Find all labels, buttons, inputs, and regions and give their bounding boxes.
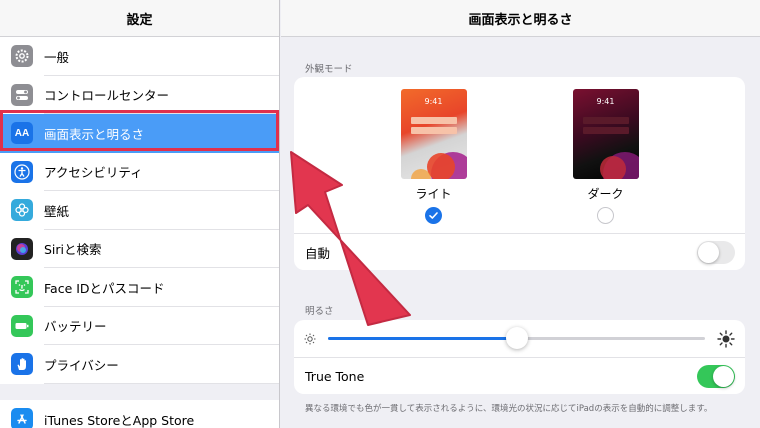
sidebar-item-label: コントロールセンター (44, 88, 170, 104)
sidebar-item-label: Siriと検索 (44, 242, 102, 258)
main-pane: 画面表示と明るさ 外観モード 9:41 ライト 9:41 ダーク 自動 明るさ … (281, 0, 760, 428)
sidebar-item-label: 壁紙 (44, 203, 70, 219)
sidebar-item-privacy[interactable]: プライバシー (0, 345, 279, 384)
sidebar-item-general[interactable]: 一般 (0, 37, 279, 76)
hand-icon (11, 353, 33, 376)
sidebar-item-label: アクセシビリティ (44, 165, 143, 181)
sidebar-group: iTunes StoreとApp Store (0, 400, 279, 428)
brightness-slider-thumb[interactable] (505, 327, 528, 349)
sidebar-item-label: Face IDとパスコード (44, 280, 165, 296)
brightness-card: True Tone (294, 320, 745, 394)
app-store-icon (11, 408, 33, 428)
dark-mode-preview[interactable]: 9:41 (572, 89, 639, 179)
sidebar-item-label: 画面表示と明るさ (44, 126, 145, 142)
preview-time: 9:41 (596, 97, 615, 106)
true-tone-label: True Tone (305, 368, 365, 384)
accessibility-icon (11, 160, 33, 183)
flower-icon (11, 199, 33, 222)
light-mode-preview[interactable]: 9:41 (400, 89, 467, 179)
sidebar-item-label: iTunes StoreとApp Store (44, 412, 195, 428)
gear-icon (11, 45, 33, 68)
brightness-section-label: 明るさ (305, 306, 334, 317)
true-tone-row: True Tone (294, 357, 745, 394)
true-tone-footnote: 異なる環境でも色が一貫して表示されるように、環境光の状況に応じてiPadの表示を… (305, 404, 713, 414)
battery-icon (11, 314, 33, 337)
auto-row: 自動 (294, 233, 745, 270)
appearance-card: 9:41 ライト 9:41 ダーク 自動 (294, 77, 745, 270)
sidebar-item-control-center[interactable]: コントロールセンター (0, 75, 279, 114)
sidebar-item-label: プライバシー (44, 357, 119, 373)
text-size-icon: AA (11, 122, 33, 145)
dark-mode-label: ダーク (587, 187, 624, 201)
appearance-section-label: 外観モード (305, 64, 353, 75)
sidebar-item-battery[interactable]: バッテリー (0, 306, 279, 345)
sidebar-item-app-store[interactable]: iTunes StoreとApp Store (0, 400, 279, 428)
page-title: 画面表示と明るさ (281, 0, 760, 37)
face-id-icon (11, 276, 33, 299)
preview-time: 9:41 (424, 97, 443, 106)
sidebar-title: 設定 (0, 0, 279, 37)
sun-large-icon (717, 329, 735, 348)
light-mode-radio[interactable] (425, 207, 442, 224)
switches-icon (11, 83, 33, 106)
true-tone-toggle[interactable] (697, 364, 735, 388)
auto-label: 自動 (305, 245, 331, 261)
sidebar-group: 一般 コントロールセンター AA 画面表示と明るさ アクセシビリティ 壁紙 Si… (0, 37, 279, 384)
checkmark-icon (429, 212, 438, 219)
siri-icon (11, 237, 33, 260)
sidebar-item-siri[interactable]: Siriと検索 (0, 229, 279, 268)
light-mode-option[interactable]: 9:41 ライト (400, 89, 467, 233)
sun-small-icon (304, 333, 316, 344)
sidebar-item-wallpaper[interactable]: 壁紙 (0, 191, 279, 230)
auto-toggle[interactable] (697, 240, 735, 264)
sidebar: 設定 一般 コントロールセンター AA 画面表示と明るさ アクセシビリティ 壁紙… (0, 0, 280, 428)
sidebar-item-label: バッテリー (44, 319, 107, 335)
dark-mode-option[interactable]: 9:41 ダーク (572, 89, 639, 233)
dark-mode-radio[interactable] (597, 207, 614, 224)
sidebar-item-accessibility[interactable]: アクセシビリティ (0, 152, 279, 191)
sidebar-item-display-brightness[interactable]: AA 画面表示と明るさ (0, 114, 279, 153)
brightness-slider[interactable] (328, 327, 705, 349)
sidebar-item-face-id[interactable]: Face IDとパスコード (0, 268, 279, 307)
sidebar-item-label: 一般 (44, 49, 70, 65)
light-mode-label: ライト (415, 187, 452, 201)
brightness-row (294, 320, 745, 357)
